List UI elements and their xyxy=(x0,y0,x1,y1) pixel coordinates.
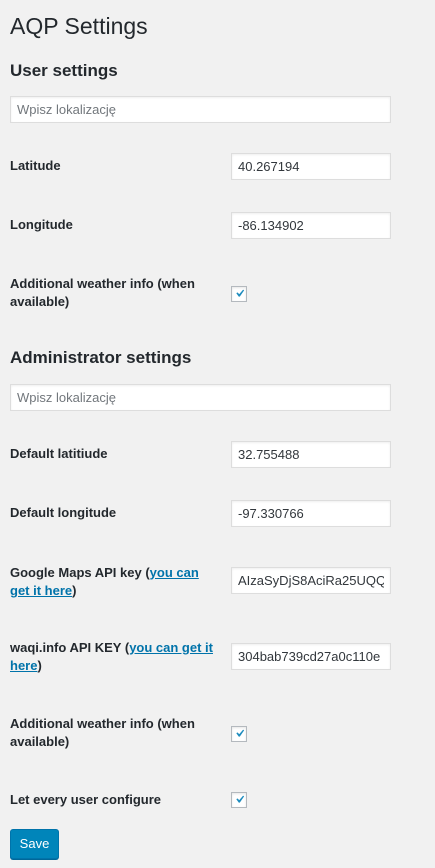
user-settings-heading: User settings xyxy=(10,61,118,80)
admin-additional-info-label: Additional weather info (when available) xyxy=(10,716,195,749)
user-additional-info-checkbox[interactable] xyxy=(231,286,247,302)
save-button[interactable]: Save xyxy=(10,829,59,859)
waqi-key-label-suffix: ) xyxy=(37,658,42,673)
let-user-configure-checkbox[interactable] xyxy=(231,792,247,808)
longitude-label: Longitude xyxy=(10,217,73,232)
page-title: AQP Settings xyxy=(10,13,148,39)
longitude-field[interactable] xyxy=(231,212,391,239)
google-maps-key-label-text: Google Maps API key ( xyxy=(10,565,150,580)
google-maps-key-label: Google Maps API key (you can get it here… xyxy=(10,564,215,600)
waqi-key-label: waqi.info API KEY (you can get it here) xyxy=(10,639,215,675)
google-maps-key-label-suffix: ) xyxy=(72,583,77,598)
google-maps-api-key-field[interactable] xyxy=(231,567,391,594)
checkmark-icon xyxy=(236,729,245,737)
settings-page: AQP Settings User settings Latitude Long… xyxy=(0,0,435,868)
checkmark-icon xyxy=(236,795,245,803)
default-longitude-label: Default longitude xyxy=(10,505,117,520)
latitude-label: Latitude xyxy=(10,158,61,173)
admin-location-search-input[interactable] xyxy=(10,384,391,411)
waqi-api-key-field[interactable] xyxy=(231,643,391,670)
admin-additional-info-checkbox[interactable] xyxy=(231,726,247,742)
default-latitude-field[interactable] xyxy=(231,441,391,468)
checkmark-icon xyxy=(236,289,245,297)
default-latitude-label: Default latitiude xyxy=(10,446,108,461)
admin-settings-heading: Administrator settings xyxy=(10,348,192,367)
default-longitude-field[interactable] xyxy=(231,500,391,527)
latitude-field[interactable] xyxy=(231,153,391,180)
user-location-search-input[interactable] xyxy=(10,96,391,123)
let-user-configure-label: Let every user configure xyxy=(10,792,161,807)
waqi-key-label-text: waqi.info API KEY ( xyxy=(10,640,130,655)
user-additional-info-label: Additional weather info (when available) xyxy=(10,276,195,309)
